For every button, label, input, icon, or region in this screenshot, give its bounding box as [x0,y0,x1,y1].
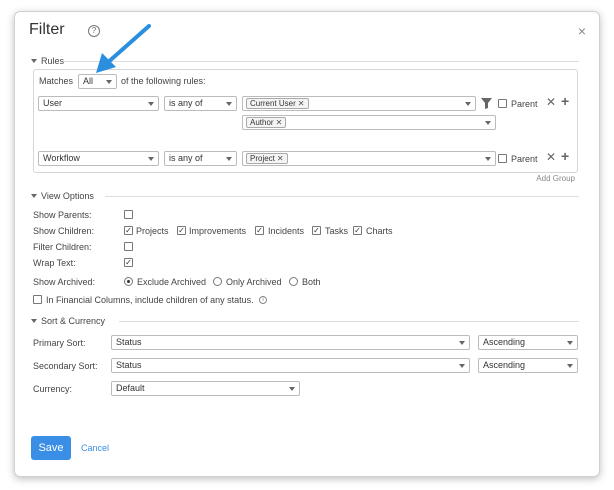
view-options-section-label: View Options [41,191,94,201]
secondary-sort-select[interactable]: Status [111,358,470,373]
section-divider [119,321,579,322]
value-tag: Current User ✕ [246,98,309,109]
parent-label: Parent [511,154,538,164]
remove-tag-icon[interactable]: ✕ [277,154,284,163]
primary-sort-label: Primary Sort: [33,338,86,348]
financial-children-label: In Financial Columns, include children o… [46,295,254,305]
primary-sort-select[interactable]: Status [111,335,470,350]
collapse-caret-icon [31,194,37,198]
both-archived-radio[interactable] [289,277,298,286]
filter-children-label: Filter Children: [33,242,92,252]
both-archived-label: Both [302,277,321,287]
rule-field-select[interactable]: User [38,96,159,111]
children-incidents-checkbox[interactable]: ✓ [255,226,264,235]
chevron-down-icon [567,341,573,345]
rules-box: Matches All of the following rules: User… [33,69,578,173]
remove-rule-icon[interactable]: ✕ [546,151,556,163]
following-rules-label: of the following rules: [121,76,206,86]
value-tag: Author ✕ [246,117,287,128]
currency-label: Currency: [33,384,73,394]
only-archived-label: Only Archived [226,277,282,287]
rule-values-input-overflow[interactable]: Author ✕ [242,115,496,130]
matches-select[interactable]: All [78,74,117,89]
chevron-down-icon [485,121,491,125]
financial-children-checkbox[interactable] [33,295,42,304]
chevron-down-icon [289,387,295,391]
cancel-button[interactable]: Cancel [81,443,109,453]
secondary-sort-label: Secondary Sort: [33,361,98,371]
rule-field-select[interactable]: Workflow [38,151,159,166]
sort-currency-section-label: Sort & Currency [41,316,106,326]
rule-operator-select[interactable]: is any of [164,96,237,111]
exclude-archived-radio[interactable] [124,277,133,286]
children-incidents-label: Incidents [268,226,305,236]
children-projects-label: Projects [136,226,169,236]
filter-funnel-icon[interactable] [481,98,492,109]
remove-rule-icon[interactable]: ✕ [546,96,556,108]
add-rule-icon[interactable]: + [561,94,569,108]
chevron-down-icon [459,364,465,368]
view-options-section-header[interactable]: View Options [31,191,94,201]
only-archived-radio[interactable] [213,277,222,286]
matches-label: Matches [39,76,74,86]
children-charts-label: Charts [366,226,393,236]
wrap-text-checkbox[interactable]: ✓ [124,258,133,267]
children-improvements-checkbox[interactable]: ✓ [177,226,186,235]
chevron-down-icon [148,157,154,161]
exclude-archived-label: Exclude Archived [137,277,207,287]
collapse-caret-icon [31,59,37,63]
chevron-down-icon [148,102,154,106]
rule-values-input[interactable]: Current User ✕ [242,96,476,111]
show-children-label: Show Children: [33,226,95,236]
rules-section-label: Rules [41,56,65,66]
rules-section-header[interactable]: Rules [31,56,64,66]
annotation-arrow-icon [96,24,151,73]
wrap-text-label: Wrap Text: [33,258,76,268]
secondary-order-select[interactable]: Ascending [478,358,578,373]
add-rule-icon[interactable]: + [561,149,569,163]
primary-order-select[interactable]: Ascending [478,335,578,350]
value-tag: Project ✕ [246,153,288,164]
sort-currency-section-header[interactable]: Sort & Currency [31,316,105,326]
children-charts-checkbox[interactable]: ✓ [353,226,362,235]
rule-values-input[interactable]: Project ✕ [242,151,496,166]
parent-label: Parent [511,99,538,109]
chevron-down-icon [567,364,573,368]
parent-checkbox[interactable] [498,99,507,108]
chevron-down-icon [465,102,471,106]
currency-select[interactable]: Default [111,381,300,396]
show-parents-checkbox[interactable] [124,210,133,219]
chevron-down-icon [226,102,232,106]
dialog-title: Filter [29,21,65,38]
show-parents-label: Show Parents: [33,210,92,220]
remove-tag-icon[interactable]: ✕ [276,118,283,127]
filter-dialog: Filter ? × Rules Matches All of the foll… [14,11,600,477]
children-projects-checkbox[interactable]: ✓ [124,226,133,235]
parent-checkbox[interactable] [498,154,507,163]
chevron-down-icon [485,157,491,161]
chevron-down-icon [226,157,232,161]
chevron-down-icon [106,80,112,84]
show-archived-label: Show Archived: [33,277,96,287]
filter-children-checkbox[interactable] [124,242,133,251]
children-tasks-label: Tasks [325,226,349,236]
children-tasks-checkbox[interactable]: ✓ [312,226,321,235]
section-divider [105,196,579,197]
close-icon[interactable]: × [578,24,586,38]
remove-tag-icon[interactable]: ✕ [298,99,305,108]
children-improvements-label: Improvements [189,226,247,236]
chevron-down-icon [459,341,465,345]
info-icon[interactable]: i [259,296,267,304]
save-button[interactable]: Save [31,436,71,460]
add-group-link[interactable]: Add Group [536,174,575,183]
rule-operator-select[interactable]: is any of [164,151,237,166]
collapse-caret-icon [31,319,37,323]
